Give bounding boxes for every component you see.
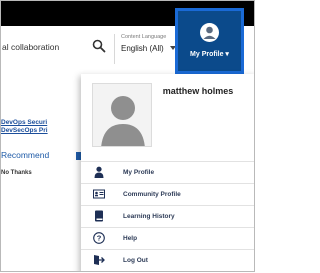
help-icon: ? — [93, 232, 105, 244]
search-icon[interactable] — [92, 39, 106, 53]
user-name: matthew holmes — [162, 86, 234, 96]
search-input[interactable]: al collaboration — [2, 42, 59, 52]
recommend-label: Recommend — [1, 150, 50, 160]
link-devops-security[interactable]: DevOps Securi — [1, 119, 81, 127]
language-select[interactable]: English (All) — [121, 44, 164, 53]
my-profile-label: My Profile ▾ — [190, 51, 229, 58]
menu-item-label: Log Out — [123, 257, 148, 264]
language-selector[interactable]: Content Language English (All) — [121, 34, 176, 53]
logout-icon — [94, 255, 105, 265]
no-thanks-button[interactable]: No Thanks — [1, 170, 32, 176]
book-icon — [95, 210, 103, 222]
default-avatar-icon — [93, 84, 151, 146]
profile-menu: My Profile Community Profile Learning Hi… — [81, 161, 254, 271]
menu-item-log-out[interactable]: Log Out — [81, 249, 254, 271]
link-devsecops[interactable]: DevSecOps Pri — [1, 127, 81, 135]
language-label: Content Language — [121, 34, 167, 40]
search-divider — [114, 34, 115, 64]
menu-item-label: Learning History — [123, 213, 175, 220]
search-box[interactable]: al collaboration — [1, 26, 114, 74]
user-header: matthew holmes — [81, 74, 254, 154]
my-profile-button[interactable]: My Profile ▾ — [175, 8, 244, 74]
left-content: DevOps Securi DevSecOps Pri — [1, 119, 81, 135]
menu-item-my-profile[interactable]: My Profile — [81, 161, 254, 183]
menu-item-label: Help — [123, 235, 138, 242]
menu-item-learning-history[interactable]: Learning History — [81, 205, 254, 227]
user-avatar-icon — [200, 23, 219, 42]
app-window: al collaboration Content Language Englis… — [0, 0, 255, 272]
avatar — [92, 83, 152, 147]
menu-item-help[interactable]: ? Help — [81, 227, 254, 249]
menu-item-label: Community Profile — [123, 191, 181, 198]
profile-dropdown: matthew holmes My Profile Community Prof… — [81, 74, 254, 271]
menu-item-community-profile[interactable]: Community Profile — [81, 183, 254, 205]
menu-item-label: My Profile — [123, 169, 155, 176]
chevron-down-icon[interactable] — [170, 46, 176, 50]
svg-text:?: ? — [97, 234, 102, 243]
id-card-icon — [93, 189, 105, 199]
person-icon — [94, 166, 104, 178]
